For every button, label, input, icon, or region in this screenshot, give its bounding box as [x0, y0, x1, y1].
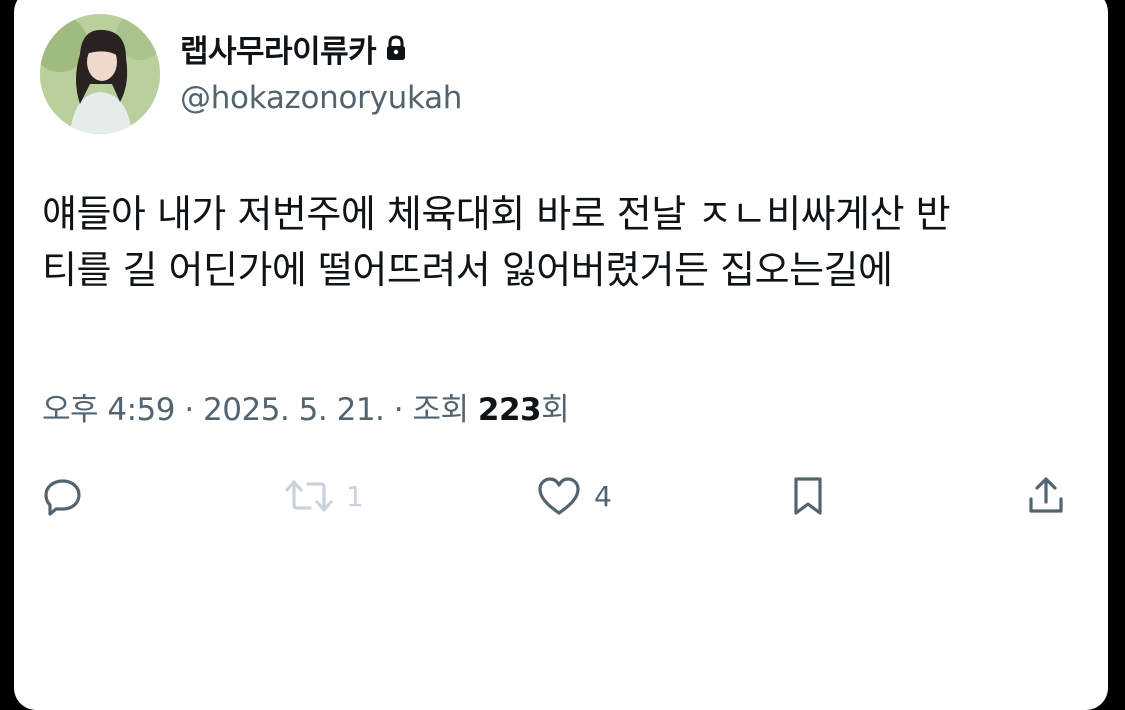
retweet-button[interactable]: 1: [284, 474, 364, 518]
retweet-icon: [285, 480, 333, 512]
author-name-row: 랩사무라이류카: [180, 26, 408, 70]
share-icon: [1029, 477, 1063, 513]
meta-separator: ·: [175, 392, 204, 428]
views-prefix: 조회: [412, 392, 478, 428]
tweet-text-line: 티를 길 어딘가에 떨어뜨려서 잃어버렸거든 집오는길에: [42, 248, 893, 292]
tweet-date[interactable]: 2025. 5. 21.: [203, 392, 385, 428]
lock-icon: [387, 35, 406, 60]
like-count: 4: [594, 479, 612, 513]
views-suffix: 회: [541, 392, 570, 428]
tweet-text-line: 얘들아 내가 저번주에 체육대회 바로 전날 ㅈㄴ비싸게산 반: [42, 192, 951, 236]
author-handle[interactable]: @hokazonoryukah: [180, 80, 462, 116]
avatar[interactable]: [40, 14, 160, 134]
bookmark-icon: [794, 477, 822, 515]
like-button[interactable]: 4: [536, 474, 612, 518]
share-button[interactable]: [1026, 474, 1066, 518]
bookmark-button[interactable]: [790, 474, 826, 518]
retweet-count: 1: [346, 479, 364, 513]
heart-icon: [538, 477, 580, 515]
views-count: 223: [477, 392, 542, 428]
meta-separator: ·: [384, 392, 413, 428]
tweet-text: 얘들아 내가 저번주에 체육대회 바로 전날 ㅈㄴ비싸게산 반 티를 길 어딘가…: [42, 186, 1092, 298]
tweet-time[interactable]: 오후 4:59: [42, 392, 176, 428]
author-display-name[interactable]: 랩사무라이류카: [180, 26, 377, 71]
tweet-card: 랩사무라이류카 @hokazonoryukah 얘들아 내가 저번주에 체육대회…: [14, 0, 1108, 710]
reply-button[interactable]: [42, 474, 84, 518]
tweet-meta: 오후 4:59 · 2025. 5. 21. · 조회 223회: [42, 384, 570, 429]
reply-icon: [44, 479, 81, 516]
